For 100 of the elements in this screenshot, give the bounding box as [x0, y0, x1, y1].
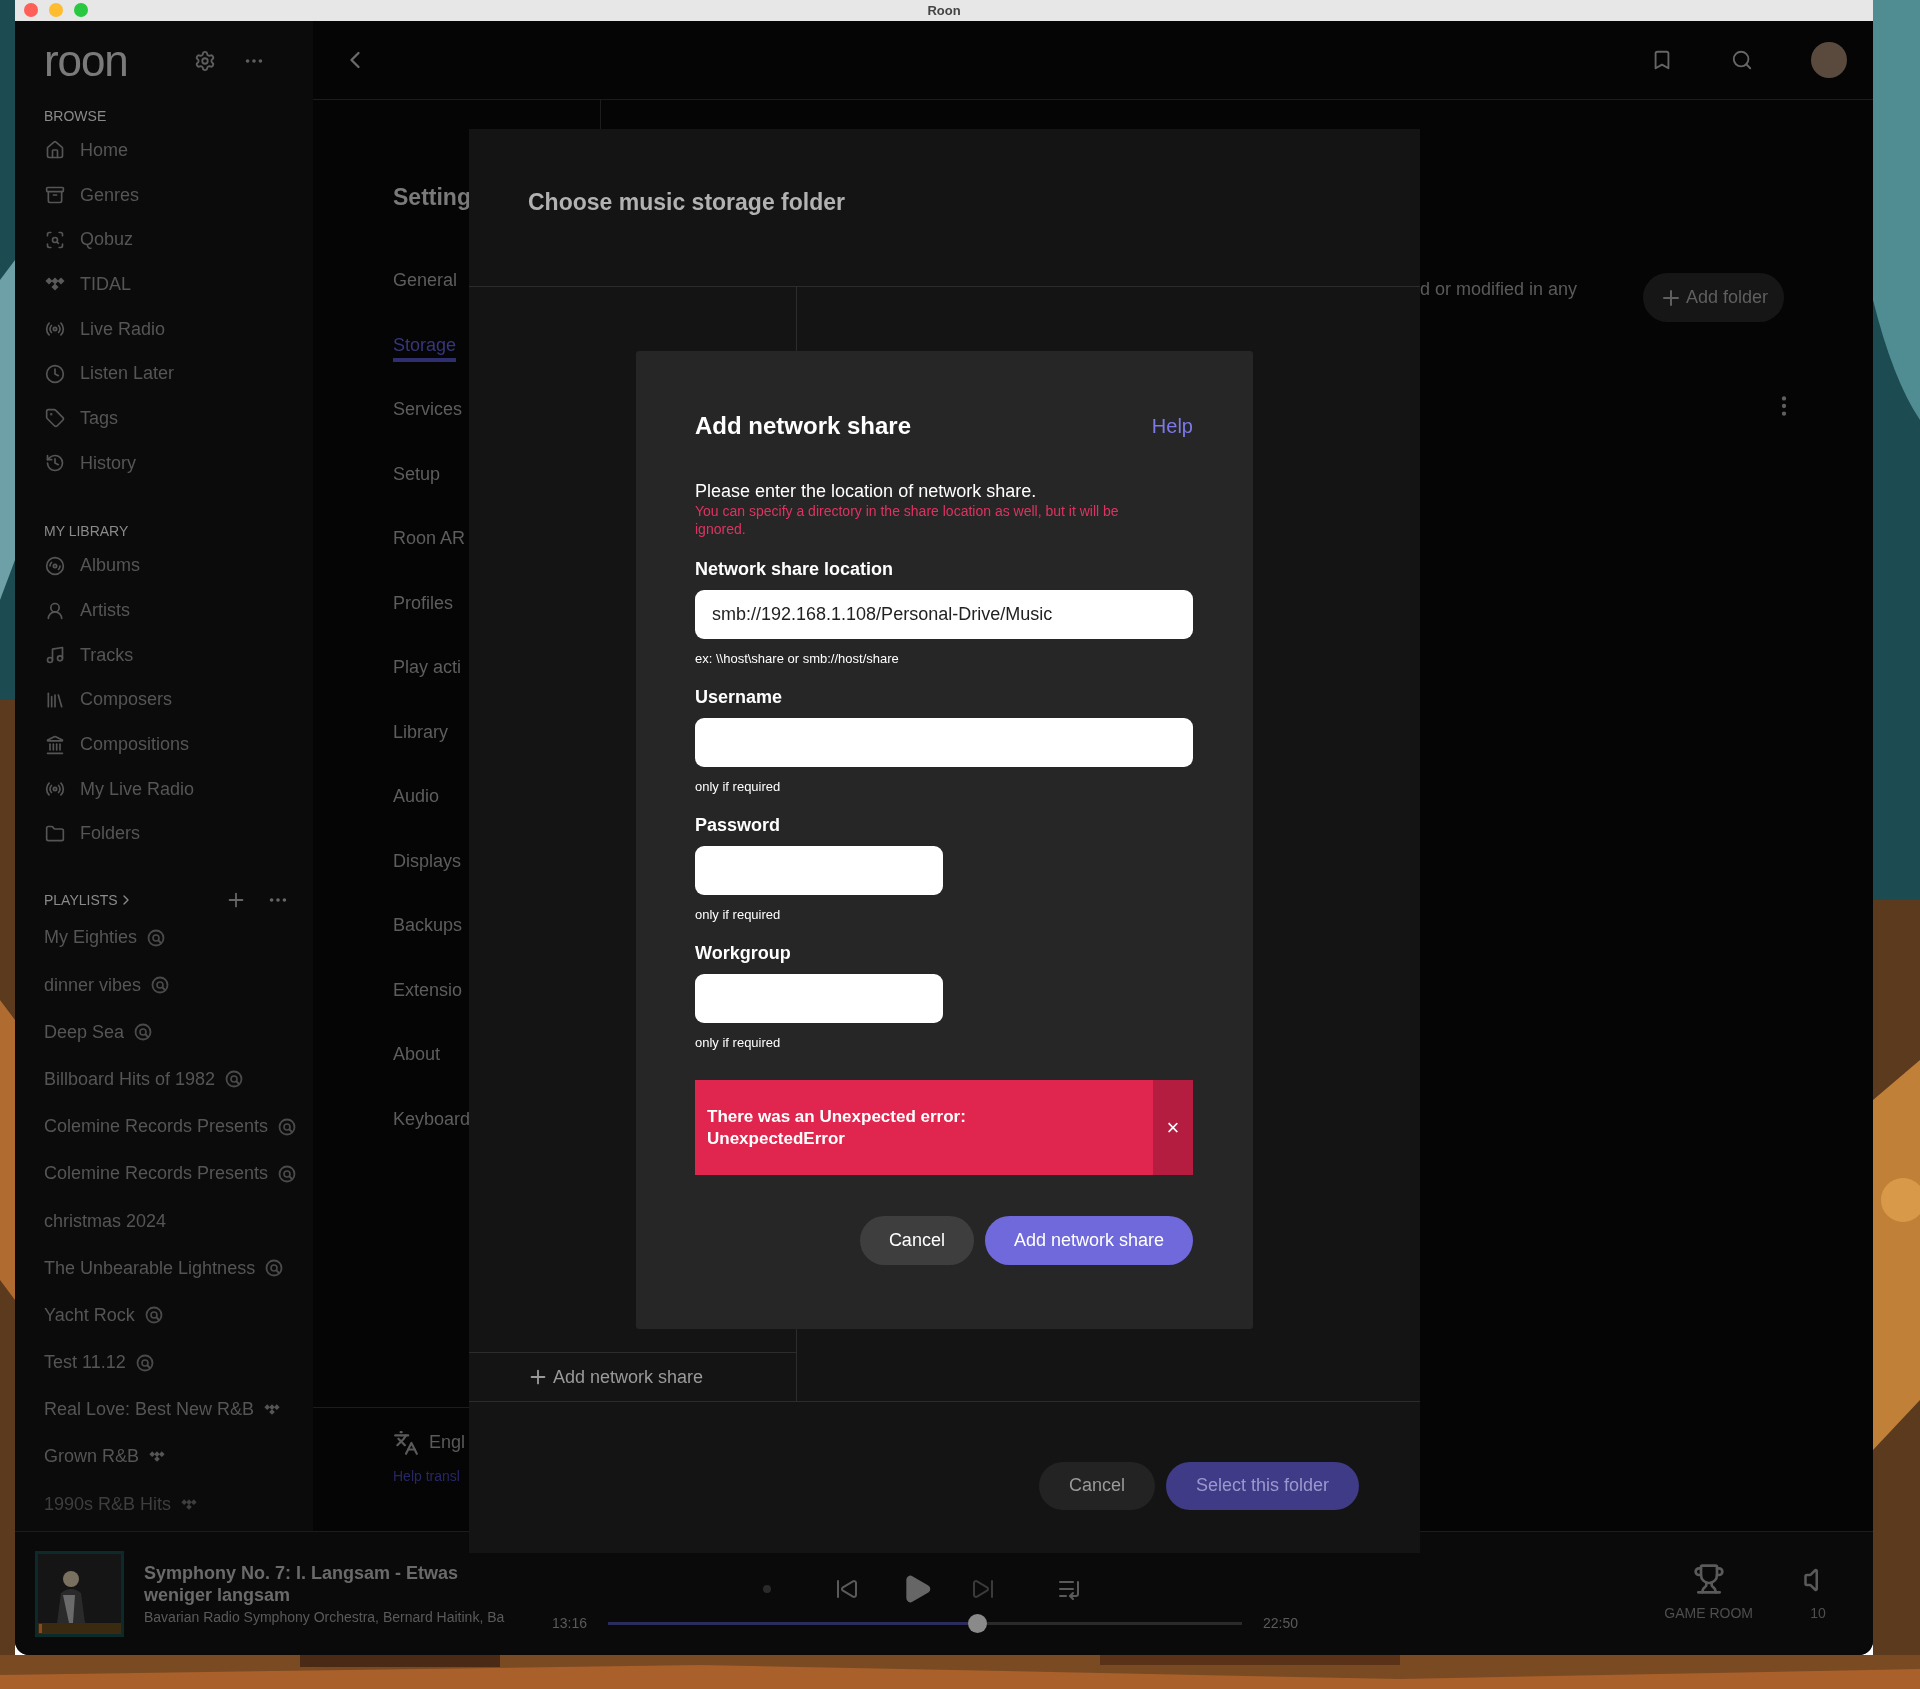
settings-tab[interactable]: Profiles: [393, 589, 454, 620]
seek-thumb[interactable]: [968, 1614, 988, 1633]
page-title: Setting: [393, 182, 471, 212]
trophy-icon[interactable]: [1692, 1563, 1725, 1595]
settings-tab[interactable]: Storage: [393, 331, 457, 362]
select-folder-button[interactable]: Select this folder: [1165, 1461, 1359, 1510]
playlist-item[interactable]: The Unbearable Lightness: [15, 1244, 313, 1292]
previous-icon[interactable]: [835, 1577, 859, 1601]
playlist-item[interactable]: Grown R&B: [15, 1433, 313, 1481]
text-field[interactable]: [695, 974, 943, 1023]
settings-tab[interactable]: Library: [393, 718, 449, 749]
settings-tab[interactable]: About: [393, 1041, 441, 1072]
q-circle-icon: [278, 1117, 297, 1136]
zone-label[interactable]: GAME ROOM: [1664, 1603, 1753, 1624]
search-icon[interactable]: [1731, 49, 1753, 71]
seek-bar[interactable]: [608, 1614, 1242, 1633]
sidebar-item[interactable]: Folders: [15, 811, 313, 857]
text-field[interactable]: [695, 718, 1193, 767]
track-artists: Bavarian Radio Symphony Orchestra, Bernard Haitink, Ba: [144, 1607, 505, 1626]
sidebar-item[interactable]: Genres: [15, 172, 313, 218]
diamonds-icon: [45, 277, 65, 292]
playlist-item[interactable]: dinner vibes: [15, 961, 313, 1009]
diamonds-icon: [149, 1451, 166, 1463]
disc-icon: [45, 555, 65, 576]
avatar[interactable]: [1811, 42, 1847, 78]
add-share-button[interactable]: Add network share: [984, 1216, 1193, 1265]
language-label[interactable]: Engl: [429, 1429, 466, 1456]
q-circle-icon: [278, 1164, 297, 1183]
next-icon[interactable]: [971, 1577, 995, 1601]
sidebar-item[interactable]: History: [15, 440, 313, 486]
q-circle-icon: [144, 1306, 163, 1325]
settings-tab[interactable]: Audio: [393, 783, 440, 814]
settings-tab[interactable]: Extensio: [393, 976, 463, 1007]
sidebar-item[interactable]: TIDAL: [15, 262, 313, 307]
settings-tab[interactable]: Play acti: [393, 654, 462, 685]
diamonds-icon: [264, 1404, 281, 1416]
section-heading[interactable]: PLAYLISTS: [44, 889, 118, 911]
music-note-icon: [45, 645, 65, 666]
app-logo: roon: [44, 38, 128, 83]
building-icon: [45, 734, 65, 755]
zoom-button[interactable]: [74, 3, 88, 17]
settings-tab[interactable]: Backups: [393, 912, 463, 943]
cancel-button[interactable]: Cancel: [859, 1216, 974, 1265]
sidebar-item[interactable]: Compositions: [15, 722, 313, 767]
playlist-item[interactable]: My Eighties: [15, 914, 313, 962]
folder-icon: [45, 823, 65, 844]
add-network-share-link[interactable]: Add network share: [527, 1363, 704, 1391]
text-field[interactable]: [695, 846, 943, 895]
box-icon: [45, 185, 65, 206]
q-circle-icon: [147, 928, 166, 947]
playlist-item[interactable]: Deep Sea: [15, 1008, 313, 1056]
help-link[interactable]: Help: [1151, 411, 1193, 441]
sidebar-item[interactable]: Qobuz: [15, 217, 313, 263]
sidebar-item[interactable]: Albums: [15, 543, 313, 589]
duration-time: 22:50: [1262, 1614, 1298, 1633]
add-folder-button[interactable]: Add folder: [1643, 273, 1785, 322]
error-message: There was an Unexpected error: UnexpectedError: [706, 1105, 967, 1150]
close-window-button[interactable]: [24, 3, 38, 17]
playlist-item[interactable]: Billboard Hits of 1982: [15, 1055, 313, 1104]
field-hint: only if required: [695, 907, 782, 923]
scan-icon: [45, 229, 65, 250]
field-label: Network share location: [695, 558, 895, 580]
settings-icon[interactable]: [193, 49, 216, 72]
settings-tab[interactable]: General: [393, 267, 458, 298]
sidebar-item[interactable]: Home: [15, 128, 313, 173]
close-button[interactable]: ×: [1153, 1080, 1193, 1175]
text-field[interactable]: smb://192.168.1.108/Personal-Drive/Music: [695, 590, 1193, 639]
description-text: d or modified in any: [1420, 278, 1578, 301]
field-label: Workgroup: [695, 942, 792, 964]
settings-tab[interactable]: Displays: [393, 847, 462, 878]
history-icon: [45, 453, 65, 474]
settings-tab[interactable]: Roon AR: [393, 525, 466, 556]
diamonds-icon: [181, 1498, 198, 1510]
playlist-item[interactable]: Yacht Rock: [15, 1291, 313, 1339]
sidebar-item[interactable]: My Live Radio: [15, 766, 313, 812]
sidebar-item[interactable]: Listen Later: [15, 351, 313, 397]
playlist-item[interactable]: Colemine Records Presents: [15, 1150, 313, 1198]
sidebar-item[interactable]: Tags: [15, 396, 313, 441]
field-label: Password: [695, 814, 782, 836]
settings-tab[interactable]: Keyboard: [393, 1105, 471, 1136]
sidebar-item[interactable]: Artists: [15, 588, 313, 633]
volume-level: 10: [1810, 1604, 1826, 1623]
clock-icon: [45, 363, 65, 384]
playlist-item[interactable]: Colemine Records Presents: [15, 1103, 313, 1151]
translate-icon: [393, 1429, 419, 1456]
playlist-item[interactable]: christmas 2024: [15, 1197, 313, 1245]
q-circle-icon: [151, 976, 170, 995]
settings-tab[interactable]: Setup: [393, 460, 441, 491]
dialog-title: Choose music storage folder: [528, 188, 845, 218]
sidebar-item[interactable]: Live Radio: [15, 306, 313, 352]
field-hint: ex: \\host\share or smb://host/share: [695, 651, 900, 667]
q-circle-icon: [134, 1023, 153, 1042]
window-title: Roon: [927, 4, 961, 17]
playlist-item[interactable]: Real Love: Best New R&B: [15, 1386, 313, 1434]
field-label: Username: [695, 686, 784, 708]
sidebar-item[interactable]: Tracks: [15, 632, 313, 678]
sidebar-item[interactable]: Composers: [15, 677, 313, 723]
playlist-item[interactable]: Test 11.12: [15, 1339, 313, 1387]
cancel-button[interactable]: Cancel: [1038, 1461, 1155, 1510]
settings-tab[interactable]: Services: [393, 396, 463, 427]
